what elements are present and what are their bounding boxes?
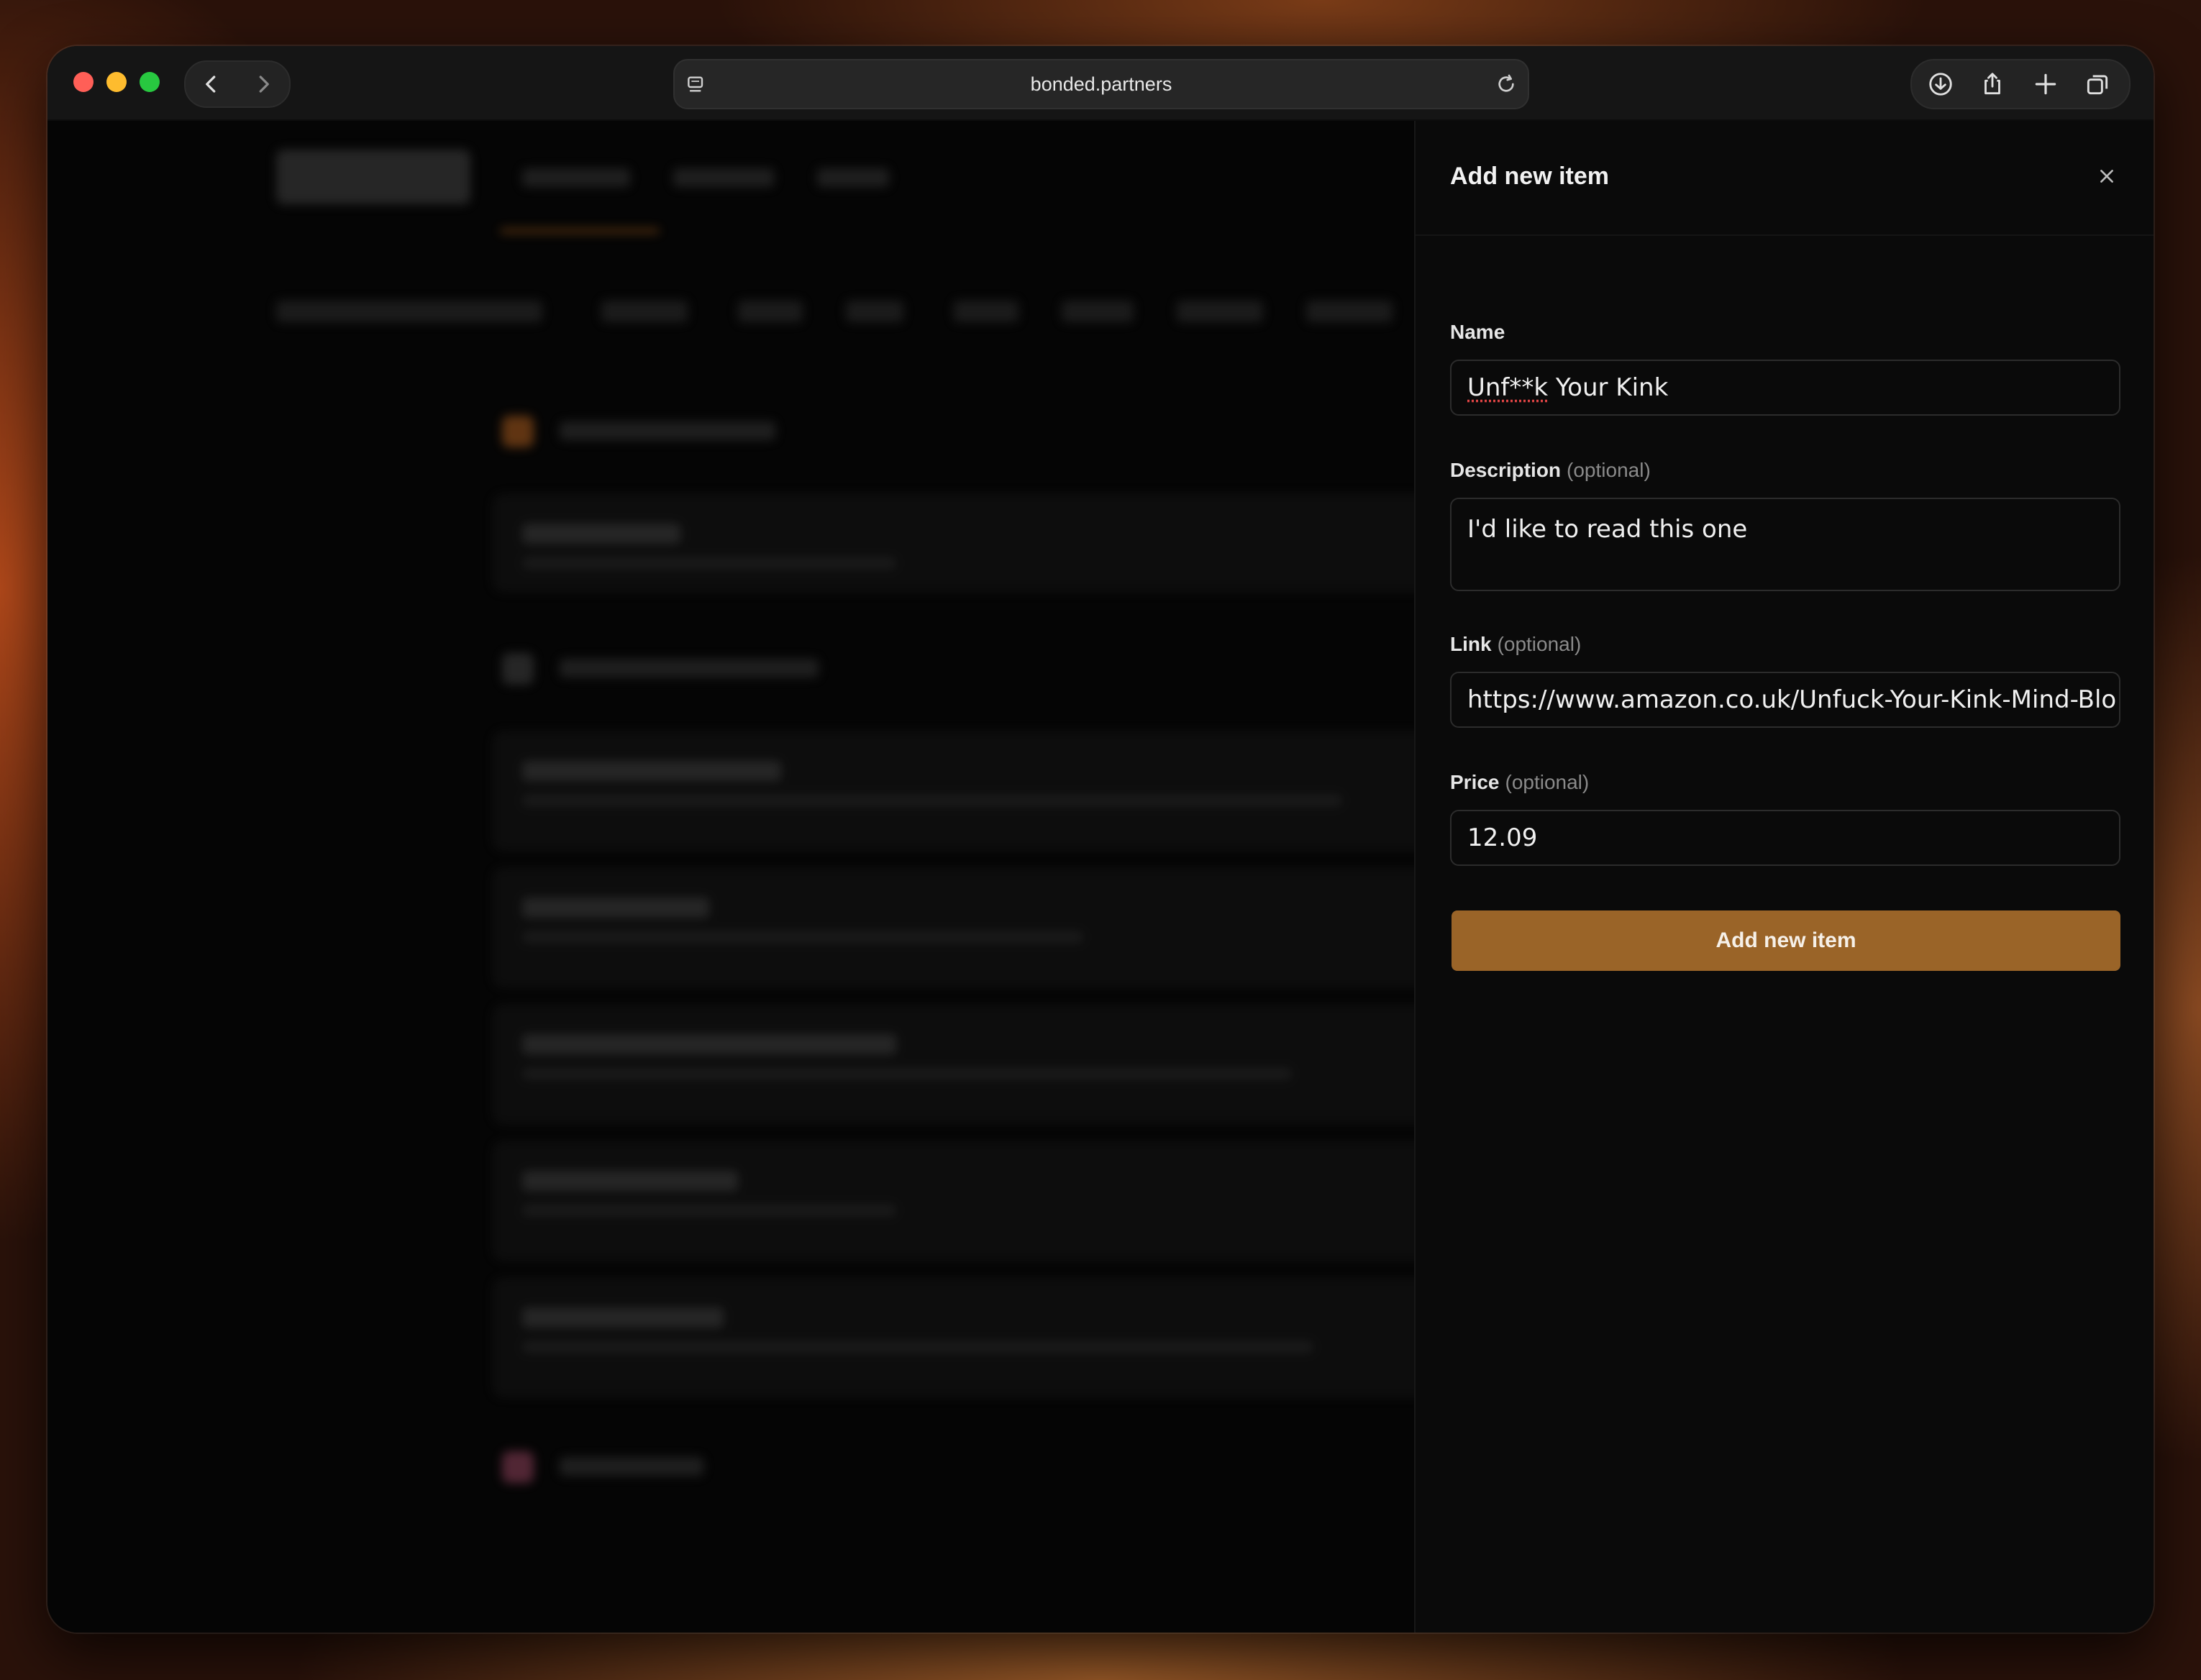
panel-title: Add new item [1450, 163, 1610, 190]
link-label: Link (optional) [1450, 633, 1582, 655]
blurred-subnav [954, 301, 1019, 322]
page-content: Add new item Name Unf**k Your Kink Descr… [47, 121, 2154, 1633]
description-value: I'd like to read this one [1467, 515, 1748, 544]
link-value: https://www.amazon.co.uk/Unfuck-Your-Kin… [1467, 685, 2117, 714]
minimize-window-button[interactable] [106, 72, 127, 92]
blurred-subnav [738, 301, 803, 322]
zoom-window-button[interactable] [140, 72, 160, 92]
tab-overview-button[interactable] [2072, 60, 2123, 108]
add-item-panel: Add new item Name Unf**k Your Kink Descr… [1414, 121, 2154, 1633]
panel-header: Add new item [1416, 121, 2154, 236]
description-textarea[interactable]: I'd like to read this one [1450, 498, 2120, 591]
close-panel-button[interactable] [2095, 164, 2119, 188]
name-label: Name [1450, 321, 1505, 343]
blurred-nav-item [522, 168, 630, 187]
reload-icon[interactable] [1495, 73, 1518, 96]
name-input[interactable]: Unf**k Your Kink [1450, 360, 2120, 416]
close-window-button[interactable] [73, 72, 94, 92]
blurred-card [493, 1279, 1431, 1397]
link-input[interactable]: https://www.amazon.co.uk/Unfuck-Your-Kin… [1450, 672, 2120, 728]
browser-actions [1910, 59, 2131, 109]
blurred-subnav [1062, 301, 1134, 322]
add-new-item-button[interactable]: Add new item [1452, 910, 2120, 971]
address-bar[interactable]: bonded.partners [673, 59, 1529, 109]
new-tab-button[interactable] [2020, 60, 2072, 108]
blurred-card [493, 1005, 1431, 1123]
blurred-card [493, 732, 1431, 850]
share-button[interactable] [1967, 60, 2018, 108]
blurred-nav-item [817, 168, 889, 187]
price-value: 12.09 [1467, 823, 1538, 852]
url-text[interactable]: bonded.partners [675, 60, 1528, 108]
forward-button[interactable] [237, 62, 289, 106]
price-label: Price (optional) [1450, 771, 1590, 793]
blurred-section-header [502, 653, 819, 685]
blurred-subnav [1306, 301, 1393, 322]
forward-icon [259, 76, 269, 93]
blurred-card [493, 1142, 1431, 1260]
download-icon [1929, 73, 1952, 96]
blurred-nav-item [673, 168, 774, 187]
blurred-card [493, 495, 1431, 591]
name-value: Your Kink [1548, 373, 1669, 402]
blurred-subnav [276, 301, 542, 322]
tabs-overview-icon [2087, 75, 2108, 95]
blurred-subnav [1177, 301, 1263, 322]
new-tab-icon [2035, 73, 2056, 95]
downloads-button[interactable] [1915, 60, 1967, 108]
browser-window: bonded.partners Add new item Name Unf**k… [47, 46, 2154, 1633]
blurred-section-header [502, 1451, 790, 1483]
share-icon [1984, 73, 2000, 95]
blurred-card [493, 869, 1431, 987]
price-input[interactable]: 12.09 [1450, 810, 2120, 866]
back-icon [206, 76, 216, 93]
blurred-section-header [502, 416, 790, 447]
site-logo [276, 150, 470, 204]
blurred-subnav [846, 301, 903, 322]
navigation-group [184, 60, 291, 108]
name-value-misspelled: Unf**k [1467, 373, 1549, 402]
active-tab-indicator [501, 229, 659, 233]
description-label: Description (optional) [1450, 459, 1651, 481]
blurred-subnav [601, 301, 688, 322]
back-button[interactable] [186, 62, 237, 106]
blurred-background-page [47, 121, 1431, 1633]
close-icon [2100, 170, 2113, 183]
browser-toolbar: bonded.partners [47, 46, 2154, 121]
